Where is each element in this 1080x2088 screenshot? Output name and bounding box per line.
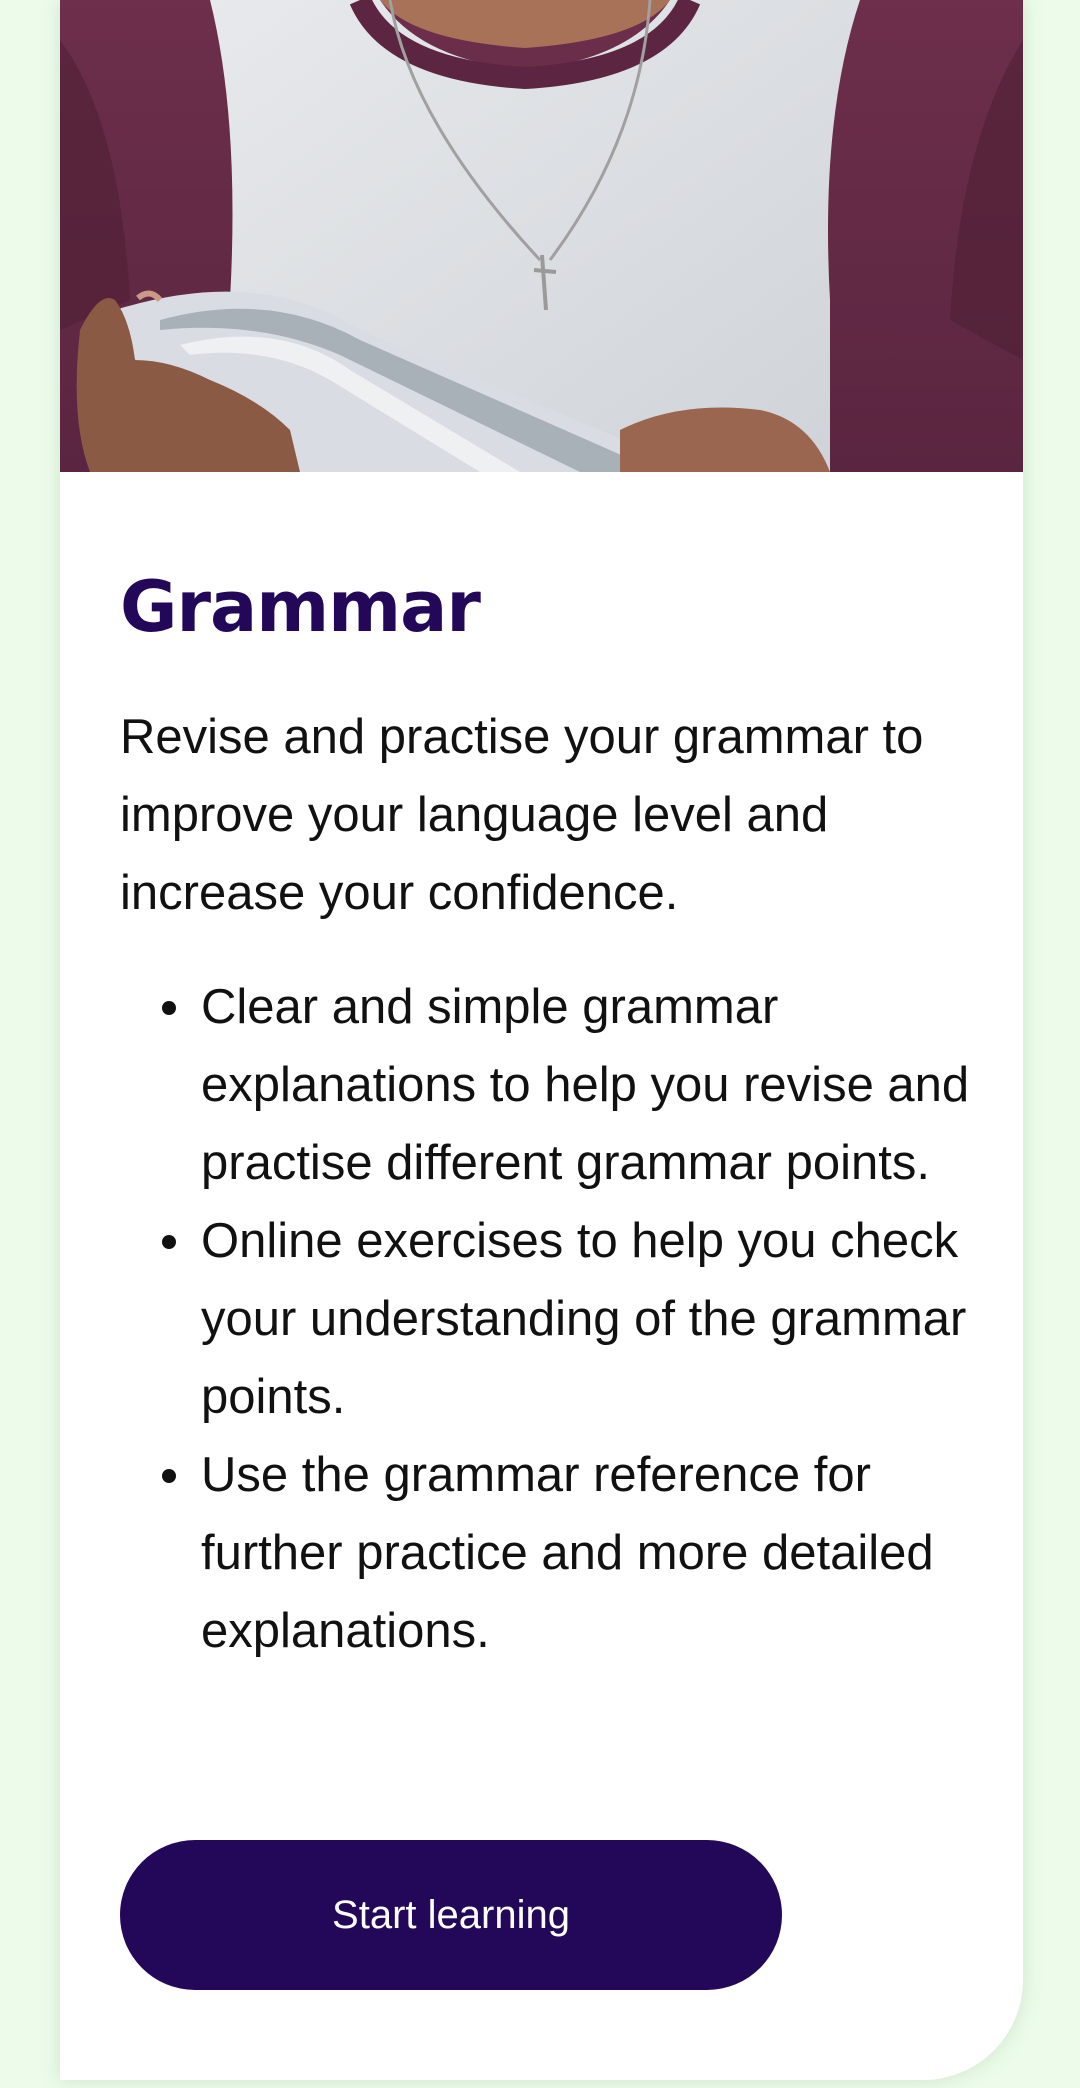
bullet-icon bbox=[162, 1235, 176, 1249]
card-description: Revise and practise your grammar to impr… bbox=[120, 710, 924, 920]
bullet-icon bbox=[162, 1469, 176, 1483]
start-learning-button[interactable]: Start learning bbox=[120, 1840, 782, 1990]
list-item: Use the grammar reference for further pr… bbox=[120, 1436, 980, 1670]
course-card: Grammar Revise and practise your grammar… bbox=[60, 0, 1023, 2080]
feature-list: Clear and simple grammar explanations to… bbox=[120, 968, 980, 1670]
list-item: Online exercises to help you check your … bbox=[120, 1202, 980, 1436]
list-item: Clear and simple grammar explanations to… bbox=[120, 968, 980, 1202]
bullet-icon bbox=[162, 1001, 176, 1015]
list-item-text: Online exercises to help you check your … bbox=[201, 1214, 967, 1424]
card-title: Grammar bbox=[120, 566, 481, 648]
card-content: Grammar Revise and practise your grammar… bbox=[120, 560, 980, 1670]
list-item-text: Use the grammar reference for further pr… bbox=[201, 1448, 934, 1658]
hero-image bbox=[60, 0, 1023, 472]
list-item-text: Clear and simple grammar explanations to… bbox=[201, 980, 970, 1190]
